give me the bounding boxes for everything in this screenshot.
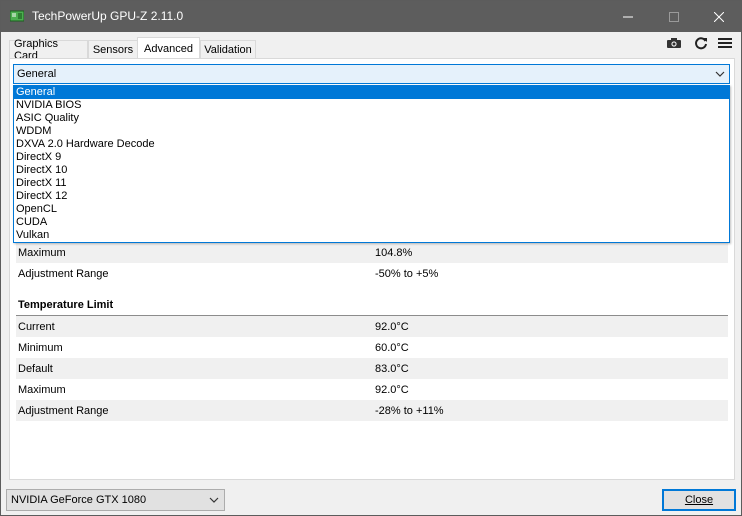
tab-strip: Graphics Card Sensors Advanced Validatio…: [1, 33, 741, 62]
camera-icon[interactable]: [665, 35, 683, 51]
maximize-icon: [669, 11, 679, 22]
dropdown-option-directx-11[interactable]: DirectX 11: [14, 177, 729, 190]
row-value: 92.0°C: [375, 383, 409, 396]
tab-sensors[interactable]: Sensors: [88, 40, 138, 59]
close-button-label: Close: [684, 494, 714, 506]
row-label: Maximum: [18, 383, 66, 396]
category-select[interactable]: General: [13, 64, 730, 84]
row-value: -28% to +11%: [375, 404, 444, 417]
dropdown-option-cuda[interactable]: CUDA: [14, 216, 729, 229]
row-label: Adjustment Range: [18, 404, 109, 417]
chevron-down-icon: [715, 71, 725, 77]
row-value: 104.8%: [375, 246, 413, 259]
table-row: Adjustment Range -50% to +5%: [16, 263, 728, 284]
dropdown-option-opencl[interactable]: OpenCL: [14, 203, 729, 216]
table-row: Maximum 92.0°C: [16, 379, 728, 400]
gpu-select[interactable]: NVIDIA GeForce GTX 1080: [6, 489, 225, 511]
title-bar: TechPowerUp GPU-Z 2.11.0: [1, 1, 741, 32]
table-row: Maximum 104.8%: [16, 242, 728, 263]
minimize-icon: [623, 16, 633, 17]
minimize-button[interactable]: [605, 1, 651, 32]
window-title: TechPowerUp GPU-Z 2.11.0: [32, 9, 184, 23]
dropdown-option-vulkan[interactable]: Vulkan: [14, 229, 729, 242]
section-title-text: Temperature Limit: [18, 299, 114, 311]
row-label: Default: [18, 362, 53, 375]
dropdown-option-wddm[interactable]: WDDM: [14, 125, 729, 138]
dropdown-option-general[interactable]: General: [14, 86, 729, 99]
close-button[interactable]: Close: [662, 489, 736, 511]
row-value: 92.0°C: [375, 320, 409, 333]
tab-graphics-card[interactable]: Graphics Card: [9, 38, 88, 62]
dropdown-option-directx-12[interactable]: DirectX 12: [14, 190, 729, 203]
hamburger-menu-icon[interactable]: [716, 35, 734, 51]
tab-validation[interactable]: Validation: [200, 40, 256, 59]
section-title-temperature-limit: Temperature Limit: [16, 295, 728, 316]
dropdown-option-dxva[interactable]: DXVA 2.0 Hardware Decode: [14, 138, 729, 151]
row-label: Current: [18, 320, 55, 333]
tab-advanced[interactable]: Advanced: [137, 37, 200, 59]
gpuz-app-icon: [9, 10, 25, 22]
row-label: Maximum: [18, 246, 66, 259]
table-row: Minimum 60.0°C: [16, 337, 728, 358]
dropdown-option-nvidia-bios[interactable]: NVIDIA BIOS: [14, 99, 729, 112]
category-dropdown-list: General NVIDIA BIOS ASIC Quality WDDM DX…: [13, 85, 730, 243]
refresh-icon[interactable]: [692, 35, 710, 51]
row-value: 60.0°C: [375, 341, 409, 354]
row-value: 83.0°C: [375, 362, 409, 375]
category-select-value: General: [17, 68, 57, 80]
gpuz-window: TechPowerUp GPU-Z 2.11.0 Graphics Card S…: [0, 0, 742, 516]
table-row: Adjustment Range -28% to +11%: [16, 400, 728, 421]
maximize-button[interactable]: [651, 1, 697, 32]
dropdown-option-directx-9[interactable]: DirectX 9: [14, 151, 729, 164]
gpu-select-value: NVIDIA GeForce GTX 1080: [11, 494, 147, 506]
table-row: Default 83.0°C: [16, 358, 728, 379]
row-label: Adjustment Range: [18, 267, 109, 280]
chevron-down-icon: [209, 497, 219, 503]
close-icon: [714, 11, 724, 22]
dropdown-option-asic-quality[interactable]: ASIC Quality: [14, 112, 729, 125]
dropdown-option-directx-10[interactable]: DirectX 10: [14, 164, 729, 177]
table-row: Current 92.0°C: [16, 316, 728, 337]
row-label: Minimum: [18, 341, 63, 354]
window-close-button[interactable]: [696, 1, 742, 32]
row-value: -50% to +5%: [375, 267, 439, 280]
